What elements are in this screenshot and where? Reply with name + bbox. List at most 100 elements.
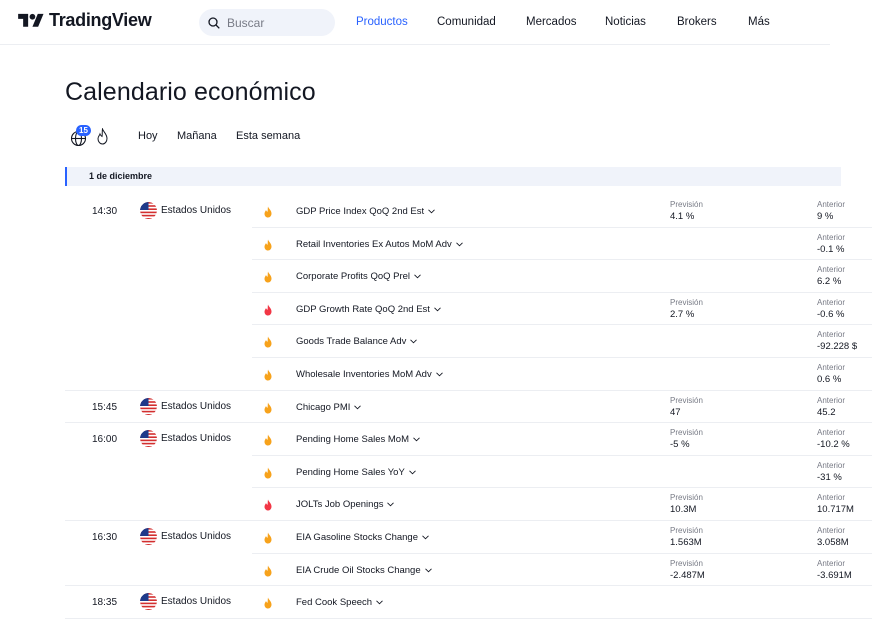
chevron-down-icon <box>435 372 443 377</box>
event-row[interactable]: GDP Growth Rate QoQ 2nd Est Previsión 2.7… <box>0 293 881 326</box>
forecast-value: 10.3M <box>670 504 697 516</box>
nav-noticias[interactable]: Noticias <box>605 16 646 28</box>
chevron-down-icon <box>455 242 463 247</box>
importance-filter-button[interactable] <box>95 127 111 146</box>
chevron-down-icon <box>428 209 435 214</box>
event-row[interactable]: 15:45 Estados Unidos Chicago PMI Previsi… <box>0 391 881 424</box>
previous-label: Anterior <box>817 363 846 372</box>
tab-manana[interactable]: Mañana <box>177 130 217 142</box>
country-name: Estados Unidos <box>161 205 232 216</box>
event-name[interactable]: Retail Inventories Ex Autos MoM Adv <box>296 239 463 250</box>
tab-esta-semana[interactable]: Esta semana <box>236 130 300 142</box>
event-row[interactable]: 14:30 Estados Unidos GDP Price Index QoQ… <box>0 195 881 228</box>
us-flag-icon <box>140 202 157 219</box>
us-flag-icon <box>140 528 157 545</box>
chevron-down-icon <box>422 535 429 540</box>
us-flag-icon <box>140 430 157 448</box>
nav-productos[interactable]: Productos <box>356 16 408 28</box>
country-name: Estados Unidos <box>161 400 232 412</box>
forecast-label: Previsión <box>670 558 703 568</box>
country-filter-button[interactable]: 15 <box>70 125 91 148</box>
forecast-value: -5 % <box>670 439 690 451</box>
forecast-value: 4.1 % <box>670 211 695 222</box>
high-importance-flame-icon <box>264 499 272 511</box>
event-row[interactable]: 16:00 Estados Unidos Pending Home Sales … <box>0 423 881 456</box>
nav-mas[interactable]: Más <box>748 16 770 28</box>
event-country: Estados Unidos <box>140 430 232 448</box>
forecast-label: Previsión <box>670 428 703 438</box>
nav-mercados[interactable]: Mercados <box>526 16 577 28</box>
event-title: JOLTs Job Openings <box>296 499 384 511</box>
event-title: GDP Price Index QoQ 2nd Est <box>296 206 425 217</box>
forecast-value: -2.487M <box>670 569 705 581</box>
forecast-label: Previsión <box>670 493 703 503</box>
event-row[interactable]: JOLTs Job Openings Previsión 10.3M Anterio… <box>0 488 881 521</box>
us-flag-icon <box>140 397 157 415</box>
chevron-down-icon <box>414 274 421 279</box>
chevron-down-icon <box>424 568 432 573</box>
event-country: Estados Unidos <box>140 528 231 545</box>
event-title: Corporate Profits QoQ Prel <box>296 271 411 283</box>
previous-value: 9 % <box>817 211 834 222</box>
previous-value: 6.2 % <box>817 276 842 288</box>
search-icon <box>208 16 220 29</box>
chevron-down-icon <box>413 437 420 442</box>
event-row[interactable]: Wholesale Inventories MoM Adv Anterior 0.… <box>0 358 881 391</box>
previous-label: Anterior <box>817 265 846 275</box>
previous-label: Anterior <box>817 428 846 438</box>
previous-label: Anterior <box>817 460 846 470</box>
event-row[interactable]: Goods Trade Balance Adv Anterior -92.228 … <box>0 325 881 358</box>
event-name[interactable]: EIA Crude Oil Stocks Change <box>296 565 432 576</box>
search-input[interactable] <box>227 15 327 30</box>
nav-brokers[interactable]: Brokers <box>677 16 717 28</box>
event-name[interactable]: Wholesale Inventories MoM Adv <box>296 369 443 380</box>
nav-comunidad[interactable]: Comunidad <box>437 16 496 28</box>
event-row[interactable]: Corporate Profits QoQ Prel Anterior 6.2 % <box>0 260 881 293</box>
event-country: Estados Unidos <box>140 397 232 415</box>
tab-hoy[interactable]: Hoy <box>138 130 158 142</box>
medium-importance-flame-icon <box>264 434 272 446</box>
event-name[interactable]: Corporate Profits QoQ Prel <box>296 271 421 282</box>
event-title: Pending Home Sales YoY <box>296 466 405 478</box>
event-row[interactable]: 16:30 Estados Unidos EIA Gasoline Stocks… <box>0 521 881 554</box>
medium-importance-flame-icon <box>264 532 272 544</box>
search-box[interactable] <box>199 9 335 36</box>
event-row[interactable]: EIA Crude Oil Stocks Change Previsión -2.… <box>0 554 881 587</box>
event-name[interactable]: Chicago PMI <box>296 402 362 413</box>
previous-value: 45.2 <box>817 406 836 418</box>
previous-value: -31 % <box>817 471 842 483</box>
event-title: EIA Gasoline Stocks Change <box>296 532 418 543</box>
logo-text: TradingView <box>49 10 152 30</box>
medium-importance-flame-icon <box>264 597 272 609</box>
event-title: Goods Trade Balance Adv <box>296 336 407 348</box>
forecast-value: 47 <box>670 406 681 418</box>
chevron-down-icon <box>410 339 418 344</box>
event-name[interactable]: Fed Cook Speech <box>296 597 383 608</box>
event-row[interactable]: Pending Home Sales YoY Anterior -31 % <box>0 456 881 489</box>
event-row[interactable]: 18:35 Estados Unidos Fed Cook Speech <box>0 586 881 619</box>
medium-importance-flame-icon <box>264 369 272 381</box>
event-name[interactable]: Pending Home Sales YoY <box>296 467 416 478</box>
previous-value: 10.717M <box>817 504 854 516</box>
chevron-down-icon <box>354 405 362 410</box>
tradingview-logo[interactable]: TradingView <box>18 10 152 31</box>
event-name[interactable]: JOLTs Job Openings <box>296 499 395 511</box>
event-name[interactable]: GDP Price Index QoQ 2nd Est <box>296 206 435 217</box>
medium-importance-flame-icon <box>264 402 272 414</box>
event-name[interactable]: Pending Home Sales MoM <box>296 434 420 445</box>
previous-value: -92.228 $ <box>817 341 858 353</box>
event-title: Retail Inventories Ex Autos MoM Adv <box>296 238 452 250</box>
forecast-value: 1.563M <box>670 537 702 548</box>
event-title: GDP Growth Rate QoQ 2nd Est <box>296 303 430 315</box>
event-name[interactable]: Goods Trade Balance Adv <box>296 336 418 348</box>
event-row[interactable]: Retail Inventories Ex Autos MoM Adv Ante… <box>0 228 881 261</box>
country-name: Estados Unidos <box>161 596 232 608</box>
previous-value: 0.6 % <box>817 374 842 385</box>
previous-value: -0.6 % <box>817 308 845 320</box>
country-name: Estados Unidos <box>161 433 232 445</box>
medium-importance-flame-icon <box>264 467 272 479</box>
event-name[interactable]: EIA Gasoline Stocks Change <box>296 532 429 543</box>
forecast-label: Previsión <box>670 395 703 405</box>
previous-value: -0.1 % <box>817 243 845 255</box>
event-name[interactable]: GDP Growth Rate QoQ 2nd Est <box>296 304 441 315</box>
